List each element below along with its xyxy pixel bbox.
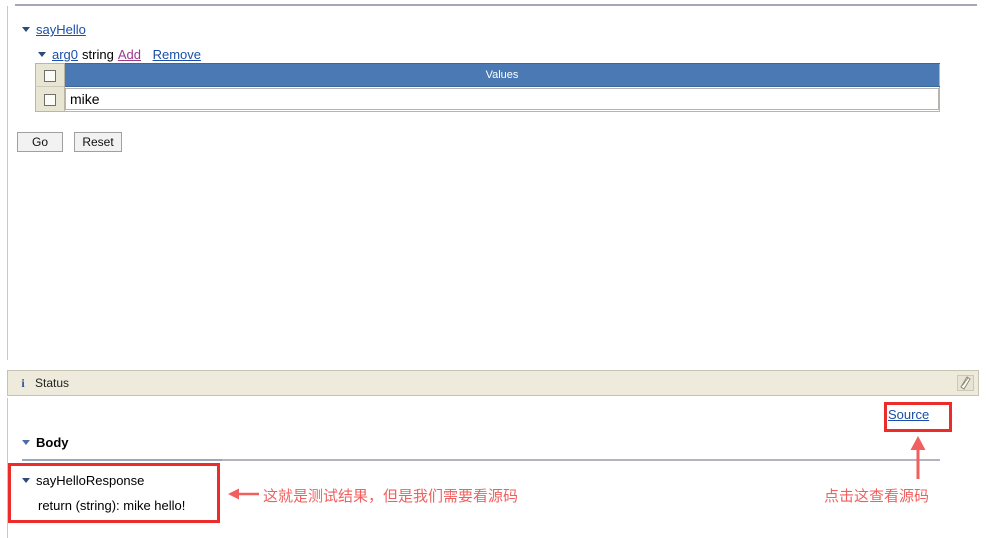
add-link[interactable]: Add xyxy=(118,47,141,62)
restore-icon[interactable] xyxy=(957,375,974,391)
response-highlight-box xyxy=(8,463,220,523)
request-panel: sayHello arg0 string Add Remove Values Go … xyxy=(0,0,986,362)
info-icon: i xyxy=(21,376,25,390)
operation-link-sayhello[interactable]: sayHello xyxy=(36,22,86,37)
table-row xyxy=(35,86,940,112)
body-section-header: Body xyxy=(22,435,69,450)
values-column-header: Values xyxy=(64,63,940,87)
caret-down-icon[interactable] xyxy=(22,440,30,446)
source-highlight-box xyxy=(884,402,952,432)
annotation-arrow-left xyxy=(228,488,259,500)
remove-link[interactable]: Remove xyxy=(153,47,201,62)
caret-down-icon[interactable] xyxy=(22,27,30,33)
select-all-checkbox[interactable] xyxy=(44,69,56,82)
annotation-arrow-up xyxy=(910,436,926,479)
row-checkbox[interactable] xyxy=(44,93,56,106)
panel-left-border xyxy=(7,6,8,360)
status-title: Status xyxy=(35,376,70,390)
button-bar: Go Reset xyxy=(17,132,130,152)
go-button[interactable]: Go xyxy=(17,132,63,152)
restore-glyph xyxy=(960,376,971,390)
body-divider-accent xyxy=(22,459,222,461)
argument-type-label: string xyxy=(82,47,114,62)
values-table: Values xyxy=(35,63,940,112)
argument-row: arg0 string Add Remove xyxy=(38,47,201,62)
value-input[interactable] xyxy=(65,88,939,110)
reset-button[interactable]: Reset xyxy=(74,132,122,152)
annotation-text-center: 这就是测试结果，但是我们需要看源码 xyxy=(263,488,519,505)
values-table-header-row: Values xyxy=(35,63,940,87)
annotation-text-right: 点击这查看源码 xyxy=(824,488,930,505)
status-title-bar: i Status xyxy=(7,370,979,396)
row-value-cell xyxy=(64,86,940,112)
select-all-cell xyxy=(35,63,65,87)
operation-row: sayHello xyxy=(22,22,86,37)
body-label: Body xyxy=(36,435,69,450)
top-divider xyxy=(15,4,977,6)
caret-down-icon[interactable] xyxy=(38,52,46,58)
row-select-cell xyxy=(35,86,65,112)
argument-link-arg0[interactable]: arg0 xyxy=(52,47,78,62)
